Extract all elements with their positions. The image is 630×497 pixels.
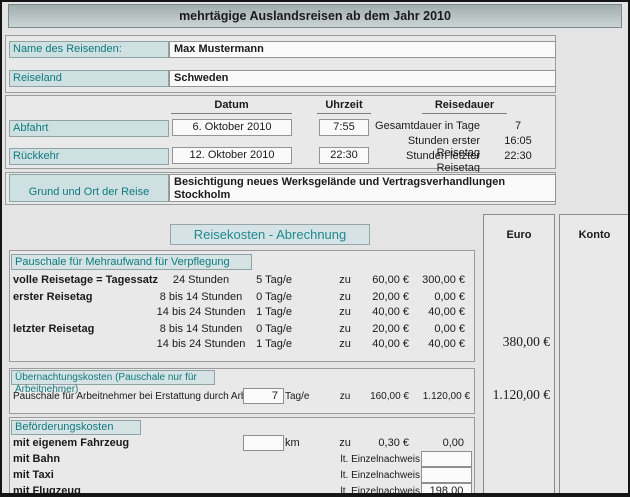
konto-column: Konto — [559, 214, 630, 495]
lodging-section-header: Übernachtungskosten (Pauschale nur für A… — [11, 370, 215, 385]
transport-row-label: mit Taxi — [13, 469, 54, 481]
meals-section-header: Pauschale für Mehraufwand für Verpflegun… — [11, 254, 252, 270]
travel-expense-sheet: mehrtägige Auslandsreisen ab dem Jahr 20… — [0, 0, 630, 497]
transport-row-label: mit Flugzeug — [13, 485, 81, 497]
departure-label: Abfahrt — [9, 120, 169, 137]
transport-km-unit: km — [285, 437, 300, 449]
duration-lastday-label: Stunden letzter Reisetag — [362, 150, 480, 164]
column-header-time: Uhrzeit — [317, 99, 371, 114]
transport-car-label: mit eigenem Fahrzeug — [13, 437, 129, 449]
column-header-date: Datum — [171, 99, 292, 114]
meals-row-amount: 0,00 € — [412, 323, 465, 337]
reason-field[interactable]: Besichtigung neues Werksgelände und Vert… — [169, 174, 556, 202]
meals-row-rate: 20,00 € — [352, 323, 409, 337]
duration-total-label: Gesamtdauer in Tage — [362, 120, 480, 134]
meals-row-rate: 40,00 € — [352, 338, 409, 352]
reason-label: Grund und Ort der Reise — [9, 174, 169, 202]
transport-km-input[interactable] — [243, 435, 284, 451]
transport-bahn-input[interactable] — [421, 451, 472, 467]
transport-car-amount: 0,00 — [412, 437, 464, 451]
transport-row-note: lt. Einzelnachweis — [332, 470, 420, 484]
meals-row-amount: 300,00 € — [412, 274, 465, 288]
lodging-rate: 160,00 € — [352, 391, 409, 405]
lodging-unit-label: Tag/e — [285, 391, 309, 402]
meals-row-days: 0 Tag/e — [232, 323, 292, 337]
meals-row-amount: 40,00 € — [412, 338, 465, 352]
meals-euro-total: 380,00 € — [484, 334, 550, 350]
transport-row-note: lt. Einzelnachweis — [332, 454, 420, 468]
meals-row-days: 0 Tag/e — [232, 291, 292, 305]
euro-column: Euro 380,00 € 1.120,00 € — [483, 214, 555, 495]
return-date-field[interactable]: 12. Oktober 2010 — [172, 147, 292, 164]
meals-row-label: volle Reisetage = Tagessatz — [13, 274, 158, 286]
transport-car-rate: 0,30 € — [352, 437, 409, 451]
country-field[interactable]: Schweden — [169, 70, 556, 87]
transport-row-label: mit Bahn — [13, 453, 60, 465]
meals-row-rate: 20,00 € — [352, 291, 409, 305]
traveler-name-field[interactable]: Max Mustermann — [169, 41, 556, 58]
lodging-amount: 1.120,00 € — [412, 391, 470, 405]
meals-row-rate: 60,00 € — [352, 274, 409, 288]
country-label: Reiseland — [9, 70, 169, 87]
duration-total-value: 7 — [497, 120, 539, 134]
transport-flug-input[interactable]: 198,00 — [421, 483, 472, 497]
meals-row-amount: 40,00 € — [412, 306, 465, 320]
reason-line1: Besichtigung neues Werksgelände und Vert… — [174, 176, 551, 189]
meals-row-days: 1 Tag/e — [232, 306, 292, 320]
meals-row-amount: 0,00 € — [412, 291, 465, 305]
duration-firstday-value: 16:05 — [497, 135, 539, 149]
departure-date-field[interactable]: 6. Oktober 2010 — [172, 119, 292, 136]
meals-row-days: 5 Tag/e — [232, 274, 292, 288]
reason-line2: Stockholm — [174, 189, 551, 202]
return-label: Rückkehr — [9, 148, 169, 165]
sheet-title: mehrtägige Auslandsreisen ab dem Jahr 20… — [179, 9, 451, 23]
lodging-days-input[interactable]: 7 — [243, 388, 284, 404]
meals-row-rate: 40,00 € — [352, 306, 409, 320]
duration-lastday-value: 22:30 — [497, 150, 539, 164]
column-header-duration: Reisedauer — [422, 99, 507, 114]
lodging-euro-total: 1.120,00 € — [484, 387, 550, 403]
konto-column-header: Konto — [560, 229, 629, 241]
transport-taxi-input[interactable] — [421, 467, 472, 483]
sheet-title-bar: mehrtägige Auslandsreisen ab dem Jahr 20… — [8, 4, 622, 28]
traveler-name-label: Name des Reisenden: — [9, 41, 169, 58]
duration-firstday-label: Stunden erster Reisetag — [362, 135, 480, 149]
transport-row-note: lt. Einzelnachweis — [332, 486, 420, 497]
meals-row-days: 1 Tag/e — [232, 338, 292, 352]
expense-section-title: Reisekosten - Abrechnung — [170, 224, 370, 245]
meals-row-label: letzter Reisetag — [13, 323, 94, 335]
transport-section-header: Beförderungskosten — [11, 420, 141, 435]
euro-column-header: Euro — [484, 229, 554, 241]
meals-row-label: erster Reisetag — [13, 291, 93, 303]
